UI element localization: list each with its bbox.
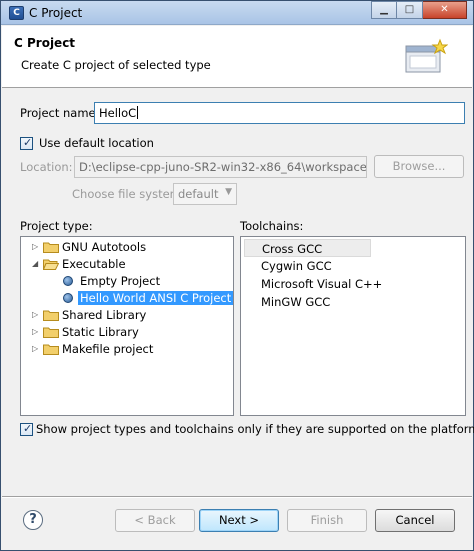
file-system-value: default [178,187,219,201]
minimize-button[interactable]: ▁ [371,1,397,19]
toolchain-item-mingw-gcc[interactable]: MinGW GCC [244,293,330,311]
open-folder-icon [43,259,59,270]
show-supported-only-checkbox[interactable]: ✓ [20,422,33,436]
c-project-dialog: C C Project ▁ □ ✕ C Project Create C pro… [0,0,474,551]
toolchains-label: Toolchains: [240,219,304,233]
tree-item-label: Shared Library [62,308,147,322]
window-controls: ▁ □ ✕ [371,1,467,19]
project-type-tree[interactable]: ▷ GNU Autotools ◢ Executable Empty Proje… [20,236,234,416]
checkmark-icon: ✓ [23,422,33,435]
show-supported-only-label: Show project types and toolchains only i… [36,422,474,436]
tree-item-label: Executable [62,257,126,271]
folder-icon [43,327,59,338]
browse-button[interactable]: Browse... [374,155,464,178]
wizard-banner: C Project Create C project of selected t… [2,26,472,88]
tree-item-makefile-project[interactable]: ▷ Makefile project [21,341,233,358]
cancel-button[interactable]: Cancel [375,509,455,532]
folder-icon [43,310,59,321]
tree-item-label: Makefile project [62,342,154,356]
back-button[interactable]: < Back [115,509,195,532]
tree-item-label: Empty Project [80,274,161,288]
tree-item-hello-world-ansi-c[interactable]: Hello World ANSI C Project [21,290,234,307]
project-template-icon [63,293,73,303]
use-default-location-checkbox[interactable]: ✓ [20,136,33,150]
location-label: Location: [20,160,73,174]
close-button[interactable]: ✕ [423,1,467,19]
tree-item-label: GNU Autotools [62,240,147,254]
project-name-label: Project name: [20,106,100,120]
project-name-field[interactable]: HelloC [94,102,465,124]
finish-button[interactable]: Finish [287,509,367,532]
toolchains-list[interactable]: Cross GCC Cygwin GCC Microsoft Visual C+… [240,236,466,416]
file-system-label: Choose file system: [72,187,185,201]
banner-description: Create C project of selected type [21,58,211,72]
tree-item-static-library[interactable]: ▷ Static Library [21,324,233,341]
title-bar[interactable]: C C Project ▁ □ ✕ [1,1,473,25]
text-caret [137,106,139,119]
toolchain-item-cross-gcc[interactable]: Cross GCC [244,239,371,257]
eclipse-app-icon: C [9,6,24,20]
checkmark-icon: ✓ [23,136,33,149]
button-bar-separator [2,496,472,498]
expand-arrow-icon[interactable]: ▷ [32,310,38,319]
chevron-down-icon: ▼ [225,187,232,197]
tree-item-empty-project[interactable]: Empty Project [21,273,233,290]
banner-title: C Project [14,36,76,50]
folder-icon [43,242,59,253]
expand-arrow-icon[interactable]: ▷ [32,327,38,336]
next-button[interactable]: Next > [199,509,279,532]
tree-item-gnu-autotools[interactable]: ▷ GNU Autotools [21,239,233,256]
tree-item-executable[interactable]: ◢ Executable [21,256,233,273]
collapse-arrow-icon[interactable]: ◢ [32,259,38,268]
wizard-banner-icon [405,38,448,73]
expand-arrow-icon[interactable]: ▷ [32,344,38,353]
tree-item-shared-library[interactable]: ▷ Shared Library [21,307,233,324]
project-template-icon [63,276,73,286]
folder-icon [43,344,59,355]
tree-item-label: Static Library [62,325,139,339]
toolchain-item-msvc[interactable]: Microsoft Visual C++ [244,275,382,293]
file-system-select[interactable]: default ▼ [173,183,237,205]
window-title: C Project [29,6,83,20]
tree-item-label-selected: Hello World ANSI C Project [78,291,234,305]
location-field[interactable]: D:\eclipse-cpp-juno-SR2-win32-x86_64\wor… [74,156,367,178]
use-default-location-label: Use default location [39,136,154,150]
maximize-button[interactable]: □ [397,1,423,19]
project-type-label: Project type: [20,219,93,233]
toolchain-item-cygwin-gcc[interactable]: Cygwin GCC [244,257,332,275]
help-icon[interactable]: ? [23,510,43,530]
project-name-value: HelloC [99,106,137,120]
expand-arrow-icon[interactable]: ▷ [32,242,38,251]
